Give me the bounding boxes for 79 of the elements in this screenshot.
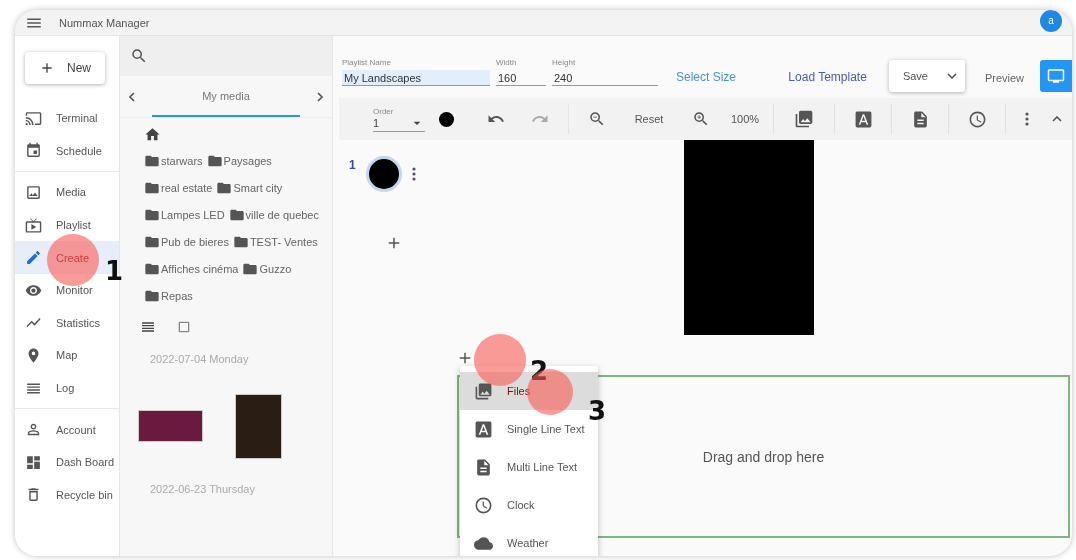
highlight-marker — [47, 234, 99, 286]
nav-item[interactable]: Recycle bin — [15, 478, 119, 512]
color-swatch[interactable] — [439, 111, 454, 127]
avatar[interactable]: a — [1040, 10, 1062, 32]
monitor-button[interactable] — [1040, 60, 1072, 92]
field-label: Playlist Name — [342, 58, 392, 67]
input-field[interactable]: My Landscapes — [342, 70, 490, 86]
input-field[interactable]: 240 — [552, 70, 658, 86]
grid-view-button[interactable] — [176, 319, 192, 335]
zoom-level-button[interactable]: 100% — [723, 99, 767, 139]
chevron-left-icon — [128, 91, 135, 102]
tv-icon — [25, 216, 42, 234]
new-button[interactable]: New — [25, 52, 105, 84]
monitor-icon — [1047, 67, 1065, 85]
clock-icon — [474, 495, 493, 515]
folder-name[interactable]: Smart city — [233, 181, 283, 194]
pencil-icon — [25, 249, 42, 267]
folder-name[interactable]: Repas — [161, 289, 193, 302]
nav-item[interactable]: Dash Board — [15, 445, 119, 479]
chevron-down-icon — [946, 73, 957, 79]
folder-name[interactable]: ville de quebec — [245, 208, 319, 221]
photo-placeholder[interactable] — [235, 393, 282, 459]
zoom-in-icon — [692, 110, 710, 128]
nav-item[interactable]: Statistics — [15, 306, 119, 340]
chevron-up-icon — [1052, 116, 1062, 122]
preview-label: Preview — [984, 72, 1024, 84]
more-icon — [1025, 112, 1029, 126]
photo-placeholder[interactable] — [138, 410, 203, 442]
dashboard-icon — [25, 453, 42, 471]
menu-item[interactable]: Clock — [460, 486, 598, 524]
zoom-out-icon — [588, 110, 606, 128]
load-template-link[interactable]: Load Template — [788, 70, 867, 84]
clip-thumbnail[interactable] — [365, 156, 402, 192]
folder-name[interactable]: Lampes LED — [161, 208, 225, 221]
images-icon — [474, 381, 493, 401]
nav-item[interactable]: Account — [15, 413, 119, 446]
input-field[interactable]: 160 — [496, 70, 546, 86]
chevron-right-icon — [317, 91, 324, 102]
document-icon — [474, 457, 493, 477]
save-button[interactable]: Save — [888, 60, 965, 92]
folder-name[interactable]: starwars — [161, 154, 203, 167]
search-icon[interactable] — [130, 47, 148, 65]
menu-item[interactable]: Multi Line Text — [460, 448, 598, 486]
list-icon — [140, 319, 156, 335]
nav-item[interactable]: Log — [15, 371, 119, 405]
nav-item[interactable]: Playlist — [15, 208, 119, 242]
folder-name[interactable]: Paysages — [223, 154, 272, 167]
folder-name[interactable]: Guzzo — [259, 262, 292, 275]
folder-name[interactable]: TEST- Ventes — [249, 235, 318, 248]
folder-name[interactable]: Pub de bieres — [161, 235, 229, 248]
field-label: Height — [552, 58, 577, 67]
nav-item[interactable]: Schedule — [15, 134, 119, 168]
field-label: Order — [373, 106, 395, 116]
nav-item[interactable]: Map — [15, 339, 119, 372]
track-number: 1 — [349, 158, 356, 172]
nav-item[interactable]: Media — [15, 176, 119, 209]
images-icon — [794, 109, 814, 129]
date-heading: 2022-06-23 Thursday — [149, 482, 256, 495]
reset-button[interactable]: Reset — [619, 99, 679, 139]
date-heading: 2022-07-04 Monday — [149, 352, 250, 365]
tab[interactable]: My media — [151, 76, 301, 117]
calendar-icon — [25, 142, 42, 160]
nav-item[interactable]: Terminal — [15, 102, 119, 135]
order-select[interactable]: 1 — [373, 115, 425, 132]
folder-name[interactable]: Affiches cinéma — [161, 262, 239, 275]
app-title: Nummax Manager — [59, 16, 151, 29]
cast-icon — [25, 109, 42, 127]
letter-icon — [474, 419, 493, 439]
image-icon — [25, 184, 42, 201]
clock-icon — [967, 109, 987, 129]
field-label: Width — [496, 58, 518, 67]
more-icon — [411, 167, 416, 181]
folder-name[interactable]: real estate — [161, 181, 213, 194]
plus-icon — [39, 60, 55, 76]
list-view-button[interactable] — [140, 319, 156, 335]
letter-icon — [853, 109, 873, 129]
home-icon[interactable] — [144, 126, 161, 143]
highlight-marker — [474, 334, 526, 386]
more-button[interactable] — [411, 167, 416, 181]
